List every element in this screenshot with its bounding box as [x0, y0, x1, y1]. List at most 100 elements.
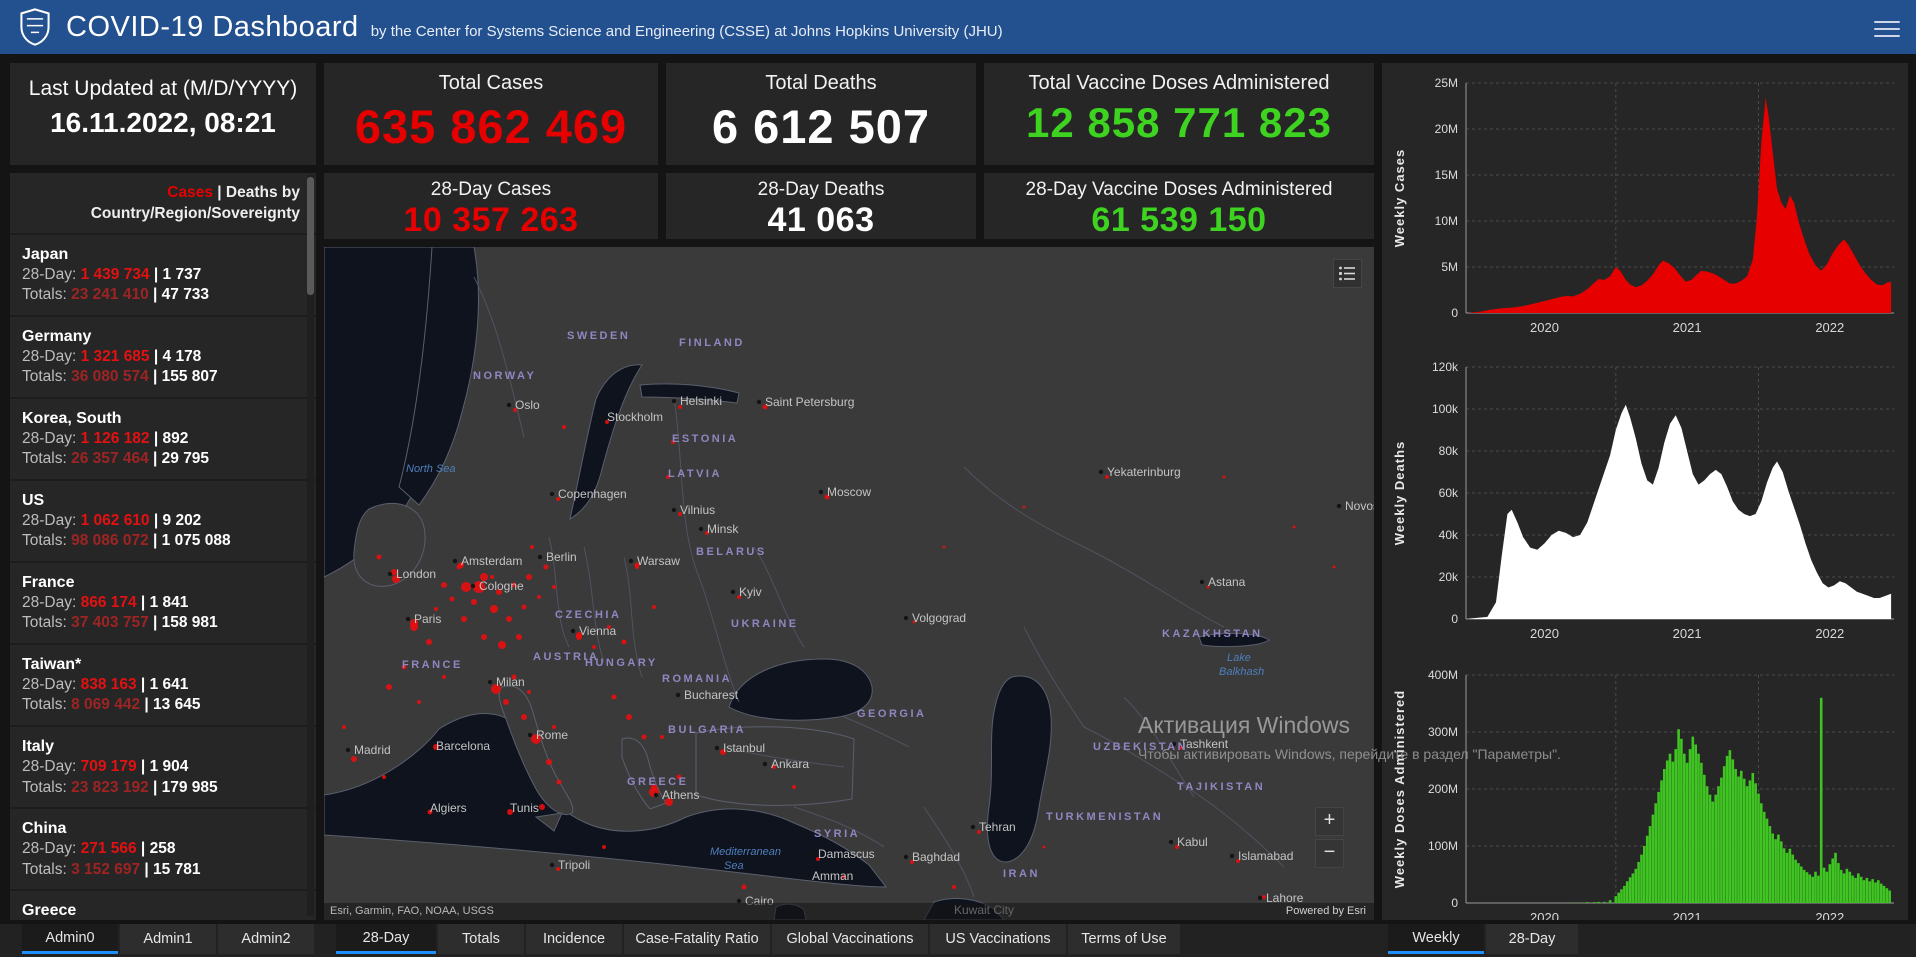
tab-totals[interactable]: Totals — [438, 924, 524, 954]
outbreak-dot[interactable] — [342, 725, 346, 729]
outbreak-dot[interactable] — [417, 700, 421, 704]
outbreak-dot[interactable] — [652, 605, 656, 609]
outbreak-dot[interactable] — [526, 574, 532, 580]
outbreak-dot[interactable] — [592, 645, 596, 649]
outbreak-dot[interactable] — [792, 785, 796, 789]
outbreak-dot[interactable] — [498, 641, 506, 649]
outbreak-dot[interactable] — [552, 585, 556, 589]
city-label: Islamabad — [1238, 849, 1293, 863]
tab-incidence[interactable]: Incidence — [526, 924, 622, 954]
outbreak-dot[interactable] — [386, 684, 392, 690]
outbreak-dot[interactable] — [426, 639, 432, 645]
charts-panel: 0 5M 10M 15M 20M 25M 2020 2021 2022 Weekly Cases … — [1382, 63, 1908, 920]
outbreak-dot[interactable] — [516, 634, 522, 640]
tab-28-day[interactable]: 28-Day — [1486, 924, 1578, 954]
outbreak-dot[interactable] — [434, 607, 438, 611]
outbreak-dot[interactable] — [621, 639, 627, 645]
svg-text:2020: 2020 — [1530, 320, 1559, 335]
outbreak-dot[interactable] — [471, 599, 477, 605]
city-label: Moscow — [827, 485, 871, 499]
country-name: US — [22, 491, 45, 509]
zoom-in-button[interactable]: + — [1315, 807, 1344, 836]
country-list-item[interactable]: Japan 28-Day: 1 439 734 | 1 737 Totals: 23… — [10, 232, 316, 315]
outbreak-dot[interactable] — [1042, 845, 1046, 849]
total-vaccines-label: Total Vaccine Doses Administered — [1028, 72, 1330, 94]
outbreak-dot[interactable] — [602, 845, 606, 849]
outbreak-dot[interactable] — [1292, 525, 1296, 529]
outbreak-dot[interactable] — [442, 675, 446, 679]
outbreak-dot[interactable] — [503, 699, 509, 705]
outbreak-dot[interactable] — [527, 690, 531, 694]
outbreak-dot[interactable] — [481, 634, 487, 640]
outbreak-dot[interactable] — [1022, 505, 1026, 509]
svg-text:2022: 2022 — [1815, 320, 1844, 335]
outbreak-dot[interactable] — [1222, 475, 1226, 479]
tab-weekly[interactable]: Weekly — [1388, 924, 1484, 954]
outbreak-dot[interactable] — [741, 884, 747, 890]
map-legend-icon[interactable] — [1333, 259, 1362, 288]
country-list-item[interactable]: US 28-Day: 1 062 610 | 9 202 Totals: 98 08… — [10, 478, 316, 561]
outbreak-dot[interactable] — [537, 595, 541, 599]
tab-terms-of-use[interactable]: Terms of Use — [1068, 924, 1180, 954]
country-list-item[interactable]: Korea, South 28-Day: 1 126 182 | 892 Total… — [10, 396, 316, 479]
outbreak-dot[interactable] — [562, 425, 566, 429]
outbreak-dot[interactable] — [660, 735, 664, 739]
country-label: HUNGARY — [585, 657, 658, 669]
city-dot — [570, 628, 576, 634]
svg-text:80k: 80k — [1439, 444, 1459, 458]
country-list-item[interactable]: Germany 28-Day: 1 321 685 | 4 178 Totals: … — [10, 314, 316, 397]
total-deaths-card: Total Deaths 6 612 507 — [666, 63, 976, 165]
outbreak-dot[interactable] — [521, 604, 527, 610]
country-label: GEORGIA — [857, 708, 926, 720]
outbreak-dot[interactable] — [626, 714, 632, 720]
outbreak-dot[interactable] — [556, 779, 562, 785]
country-list-item[interactable]: Greece28-Day: 223 794 | 575Totals: 5 306… — [10, 888, 316, 920]
tab-28-day[interactable]: 28-Day — [336, 924, 436, 954]
tab-admin1[interactable]: Admin1 — [120, 924, 216, 954]
map-canvas: Oslo Stockholm Helsinki Saint Petersburg Mos… — [324, 247, 1374, 920]
outbreak-dot[interactable] — [530, 545, 534, 549]
sidebar-scrollbar[interactable] — [307, 175, 314, 916]
menu-icon[interactable] — [1874, 16, 1900, 37]
svg-text:120k: 120k — [1432, 360, 1459, 374]
tab-us-vaccinations[interactable]: US Vaccinations — [930, 924, 1066, 954]
outbreak-dot[interactable] — [543, 564, 549, 570]
outbreak-dot[interactable] — [449, 596, 455, 602]
country-label: FINLAND — [679, 337, 745, 349]
tab-global-vaccinations[interactable]: Global Vaccinations — [772, 924, 928, 954]
tab-admin0[interactable]: Admin0 — [22, 924, 118, 954]
country-list-item[interactable]: Italy 28-Day: 709 179 | 1 904 Totals: 23 8… — [10, 724, 316, 807]
country-list-item[interactable]: France 28-Day: 866 174 | 1 841 Totals: 37 … — [10, 560, 316, 643]
outbreak-dot[interactable] — [942, 545, 946, 549]
outbreak-dot[interactable] — [546, 759, 552, 765]
svg-text:2021: 2021 — [1673, 910, 1702, 920]
country-list-item[interactable]: China 28-Day: 271 566 | 258 Totals: 3 152 … — [10, 806, 316, 889]
page-subtitle: by the Center for Systems Science and En… — [370, 22, 1003, 40]
outbreak-dot[interactable] — [521, 714, 527, 720]
outbreak-dot[interactable] — [490, 605, 498, 613]
admin-tabs: Admin0 Admin1 Admin2 — [22, 924, 316, 957]
outbreak-dot[interactable] — [952, 885, 956, 889]
outbreak-dot[interactable] — [376, 554, 382, 560]
svg-text:Weekly Cases: Weekly Cases — [1392, 149, 1407, 248]
country-list-item[interactable]: Taiwan* 28-Day: 838 163 | 1 641 Totals: 8 … — [10, 642, 316, 725]
city-label: Kyiv — [739, 585, 762, 599]
map-view-tabs: 28-Day Totals Incidence Case-Fatality Ratio… — [336, 924, 1182, 957]
outbreak-dot[interactable] — [382, 775, 386, 779]
tab-case-fatality-ratio[interactable]: Case-Fatality Ratio — [624, 924, 770, 954]
outbreak-dot[interactable] — [641, 734, 647, 740]
outbreak-dot[interactable] — [506, 616, 512, 622]
tab-admin2[interactable]: Admin2 — [218, 924, 314, 954]
outbreak-dot[interactable] — [461, 582, 471, 592]
outbreak-dot[interactable] — [611, 694, 617, 700]
scrollbar-thumb[interactable] — [307, 177, 314, 295]
outbreak-dot[interactable] — [1332, 565, 1336, 569]
outbreak-dot[interactable] — [441, 582, 447, 588]
outbreak-dot[interactable] — [539, 804, 545, 810]
powered-by-esri[interactable]: Powered by Esri — [1286, 905, 1366, 917]
outbreak-dot[interactable] — [461, 616, 467, 622]
zoom-out-button[interactable]: − — [1315, 839, 1344, 868]
svg-text:0: 0 — [1451, 896, 1458, 910]
world-map[interactable]: Oslo Stockholm Helsinki Saint Petersburg Mos… — [324, 247, 1374, 920]
svg-text:20M: 20M — [1435, 122, 1458, 136]
